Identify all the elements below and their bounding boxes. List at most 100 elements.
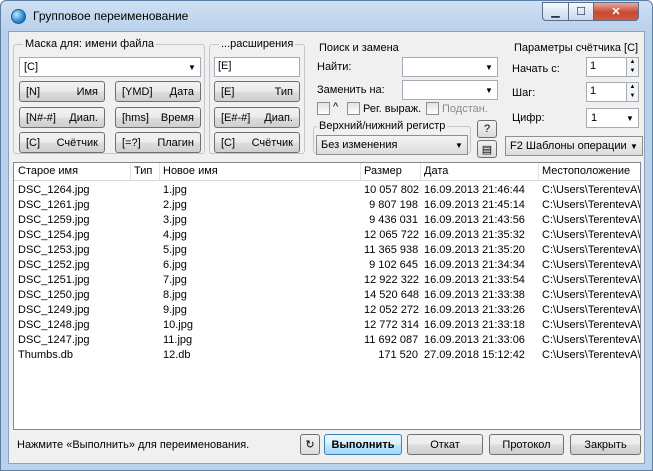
- minimize-button[interactable]: ▁: [542, 2, 569, 21]
- col-separator[interactable]: [130, 163, 131, 181]
- close-window-button[interactable]: ✕: [593, 2, 639, 21]
- find-combo[interactable]: ▼: [402, 57, 498, 77]
- mask-counter-button[interactable]: [C] Счётчик: [19, 132, 105, 153]
- ext-counter-button[interactable]: [C] Счётчик: [214, 132, 300, 153]
- cell-new: 12.db: [163, 349, 191, 361]
- close-button[interactable]: Закрыть: [570, 434, 641, 455]
- mask-range-label: Диап.: [69, 111, 98, 124]
- mask-group-label: Маска для: имени файла: [23, 38, 156, 50]
- cell-size: 11 365 938: [364, 244, 419, 256]
- chevron-up-icon[interactable]: ▲: [627, 83, 638, 92]
- table-row[interactable]: DSC_1249.jpg 9.jpg 12 052 272 16.09.2013 21…: [14, 303, 640, 318]
- step-input[interactable]: 1: [586, 82, 627, 102]
- step-spinner[interactable]: ▲ ▼: [626, 82, 639, 102]
- mask-name-combo[interactable]: [C] ▼: [19, 57, 201, 77]
- cell-old: DSC_1259.jpg: [18, 214, 90, 226]
- table-row[interactable]: DSC_1259.jpg 3.jpg 9 436 031 16.09.2013 21:…: [14, 213, 640, 228]
- start-label: Начать с:: [512, 63, 560, 75]
- cell-date: 16.09.2013 21:33:18: [424, 319, 525, 331]
- table-row[interactable]: DSC_1252.jpg 6.jpg 9 102 645 16.09.2013 21:…: [14, 258, 640, 273]
- cell-loc: C:\Users\TerentevA\: [542, 214, 641, 226]
- table-row[interactable]: DSC_1261.jpg 2.jpg 9 807 198 16.09.2013 21:…: [14, 198, 640, 213]
- ext-range-button[interactable]: [E#-#] Диап.: [214, 107, 300, 128]
- mask-date-button[interactable]: [YMD] Дата: [115, 81, 201, 102]
- case-combo[interactable]: Без изменения ▼: [316, 135, 468, 155]
- subst-checkbox[interactable]: [426, 102, 439, 115]
- col-old-name[interactable]: Старое имя: [18, 165, 78, 177]
- refresh-icon: ↻: [305, 439, 315, 451]
- table-row[interactable]: DSC_1264.jpg 1.jpg 10 057 802 16.09.2013 21…: [14, 183, 640, 198]
- clipboard-button[interactable]: ▤: [477, 140, 497, 158]
- ext-group-label: ...расширения: [219, 38, 296, 50]
- caret-checkbox[interactable]: [317, 102, 330, 115]
- mask-name-button[interactable]: [N] Имя: [19, 81, 105, 102]
- maximize-icon: ☐: [576, 6, 586, 18]
- table-row[interactable]: DSC_1251.jpg 7.jpg 12 922 322 16.09.2013 21…: [14, 273, 640, 288]
- cell-loc: C:\Users\TerentevA\: [542, 244, 641, 256]
- cell-size: 171 520: [378, 349, 418, 361]
- cell-new: 7.jpg: [163, 274, 187, 286]
- digits-combo[interactable]: 1 ▼: [586, 108, 639, 128]
- mask-date-label: Дата: [169, 85, 194, 98]
- cell-date: 16.09.2013 21:33:26: [424, 304, 525, 316]
- mask-plugin-button[interactable]: [=?] Плагин: [115, 132, 201, 153]
- chevron-up-icon[interactable]: ▲: [627, 58, 638, 67]
- table-row[interactable]: DSC_1254.jpg 4.jpg 12 065 722 16.09.2013 21…: [14, 228, 640, 243]
- maximize-button[interactable]: ☐: [568, 2, 594, 21]
- mask-plugin-key: [=?]: [122, 136, 141, 149]
- run-button[interactable]: Выполнить: [324, 434, 402, 455]
- help-button[interactable]: ?: [477, 120, 497, 138]
- table-row[interactable]: Thumbs.db 12.db 171 520 27.09.2018 15:12:42…: [14, 348, 640, 363]
- title-bar[interactable]: Групповое переименование ▁ ☐ ✕: [1, 1, 652, 31]
- cell-old: DSC_1249.jpg: [18, 304, 90, 316]
- client-area: Маска для: имени файла [C] ▼ [N] Имя [YMD…: [8, 31, 645, 464]
- caret-label: ^: [333, 101, 339, 113]
- ext-range-key: [E#-#]: [221, 111, 251, 124]
- replace-combo[interactable]: ▼: [402, 80, 498, 100]
- col-type[interactable]: Тип: [134, 165, 152, 177]
- regex-checkbox[interactable]: [347, 102, 360, 115]
- rollback-button[interactable]: Откат: [407, 434, 483, 455]
- case-value: Без изменения: [321, 139, 398, 151]
- ext-input[interactable]: [E]: [214, 57, 300, 77]
- templates-value: F2 Шаблоны операции: [510, 140, 627, 152]
- col-separator[interactable]: [538, 163, 539, 181]
- cell-date: 16.09.2013 21:35:32: [424, 229, 525, 241]
- mask-time-label: Время: [160, 111, 194, 124]
- col-location[interactable]: Местоположение: [542, 165, 630, 177]
- col-separator[interactable]: [420, 163, 421, 181]
- refresh-button[interactable]: ↻: [300, 434, 320, 455]
- start-spinner[interactable]: ▲ ▼: [626, 57, 639, 77]
- digits-value: 1: [591, 112, 598, 124]
- col-size[interactable]: Размер: [364, 165, 402, 177]
- cell-date: 16.09.2013 21:34:34: [424, 259, 525, 271]
- cell-date: 16.09.2013 21:43:56: [424, 214, 525, 226]
- col-new-name[interactable]: Новое имя: [163, 165, 218, 177]
- table-row[interactable]: DSC_1250.jpg 8.jpg 14 520 648 16.09.2013 21…: [14, 288, 640, 303]
- mask-range-button[interactable]: [N#-#] Диап.: [19, 107, 105, 128]
- mask-date-key: [YMD]: [122, 85, 153, 98]
- col-date[interactable]: Дата: [424, 165, 448, 177]
- cell-size: 12 065 722: [364, 229, 420, 241]
- subst-label: Подстан.: [442, 103, 488, 115]
- chevron-down-icon[interactable]: ▼: [627, 67, 638, 76]
- cell-size: 9 102 645: [369, 259, 418, 271]
- table-row[interactable]: DSC_1248.jpg 10.jpg 12 772 314 16.09.2013 2…: [14, 318, 640, 333]
- col-separator[interactable]: [159, 163, 160, 181]
- chevron-down-icon: ▼: [455, 140, 463, 150]
- table-row[interactable]: DSC_1247.jpg 11.jpg 11 692 087 16.09.2013 2…: [14, 333, 640, 348]
- chevron-down-icon: ▼: [630, 141, 638, 151]
- log-button[interactable]: Протокол: [489, 434, 564, 455]
- ext-type-button[interactable]: [E] Тип: [214, 81, 300, 102]
- col-separator[interactable]: [360, 163, 361, 181]
- cell-old: DSC_1247.jpg: [18, 334, 90, 346]
- cell-loc: C:\Users\TerentevA\: [542, 334, 641, 346]
- cell-loc: C:\Users\TerentevA\: [542, 259, 641, 271]
- file-list[interactable]: Старое имя Тип Новое имя Размер Дата Мес…: [13, 162, 641, 430]
- ext-type-key: [E]: [221, 85, 235, 98]
- start-input[interactable]: 1: [586, 57, 627, 77]
- mask-time-button[interactable]: [hms] Время: [115, 107, 201, 128]
- table-row[interactable]: DSC_1253.jpg 5.jpg 11 365 938 16.09.2013 21…: [14, 243, 640, 258]
- templates-combo[interactable]: F2 Шаблоны операции ▼: [505, 136, 643, 156]
- chevron-down-icon[interactable]: ▼: [627, 92, 638, 101]
